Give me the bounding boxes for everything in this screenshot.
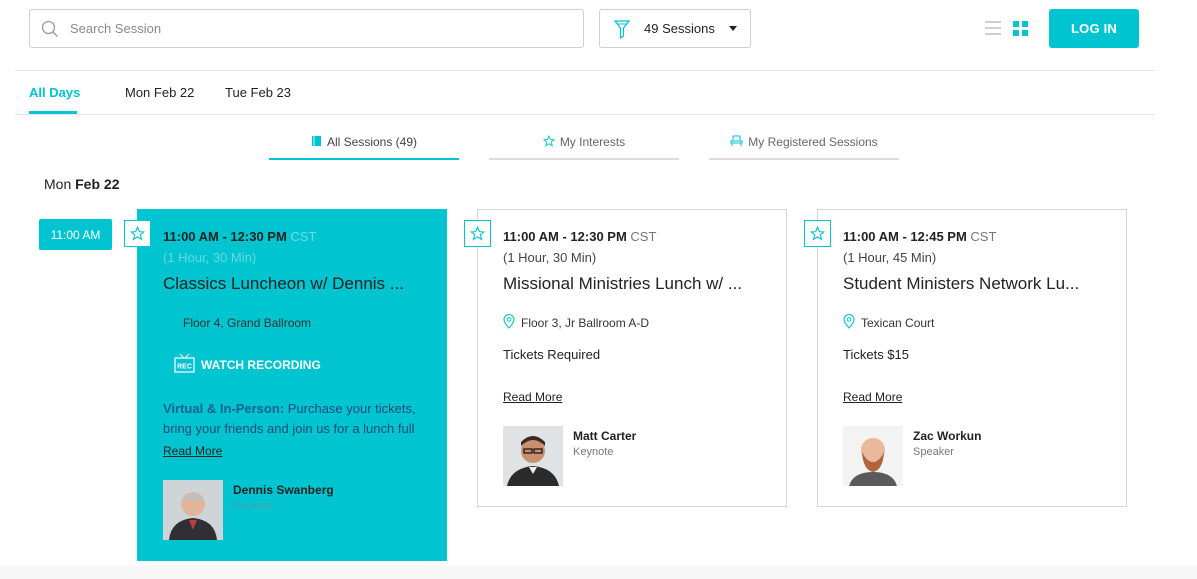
tab-mon-feb-22[interactable]: Mon Feb 22 bbox=[125, 85, 194, 100]
session-title[interactable]: Classics Luncheon w/ Dennis ... bbox=[163, 274, 428, 294]
star-icon bbox=[130, 226, 145, 241]
favorite-star-button[interactable] bbox=[464, 220, 491, 247]
speaker-role: Keynote bbox=[573, 446, 614, 458]
tab-all-days[interactable]: All Days bbox=[29, 85, 80, 100]
timezone: CST bbox=[630, 229, 657, 244]
speaker-role: Speaker bbox=[913, 446, 954, 458]
read-more-link[interactable]: Read More bbox=[503, 390, 562, 404]
map-pin-icon bbox=[843, 314, 855, 332]
description-lead: Virtual & In-Person: bbox=[163, 401, 285, 416]
filter-label: 49 Sessions bbox=[644, 21, 715, 36]
search-icon bbox=[30, 10, 70, 47]
favorite-star-button[interactable] bbox=[124, 220, 151, 247]
star-icon bbox=[470, 226, 485, 241]
session-description: Virtual & In-Person: Purchase your ticke… bbox=[163, 399, 428, 439]
tab-label: All Sessions (49) bbox=[326, 135, 418, 149]
tab-label: My Interests bbox=[559, 135, 626, 149]
divider bbox=[15, 70, 1155, 71]
session-location: Floor 3, Jr Ballroom A-D bbox=[503, 314, 649, 332]
location-text: Floor 3, Jr Ballroom A-D bbox=[521, 316, 650, 330]
session-duration: (1 Hour, 30 Min) bbox=[163, 250, 257, 265]
location-text: Floor 4, Grand Ballroom bbox=[183, 316, 312, 330]
session-location: Texican Court bbox=[843, 314, 934, 332]
star-icon bbox=[810, 226, 825, 241]
login-button[interactable]: LOG IN bbox=[1049, 9, 1139, 48]
watch-recording-label: WATCH RECORDING bbox=[201, 357, 321, 372]
day-heading-weekday: Mon bbox=[44, 176, 72, 192]
book-icon bbox=[311, 135, 322, 150]
session-time: 11:00 AM - 12:45 PM CST bbox=[843, 229, 996, 244]
speaker-avatar[interactable] bbox=[163, 480, 223, 540]
session-card[interactable]: 11:00 AM - 12:30 PM CST (1 Hour, 30 Min)… bbox=[464, 209, 787, 507]
time-range: 11:00 AM - 12:45 PM bbox=[843, 229, 967, 244]
tab-my-interests[interactable]: My Interests bbox=[489, 126, 679, 160]
tab-all-sessions[interactable]: All Sessions (49) bbox=[269, 126, 459, 160]
session-time: 11:00 AM - 12:30 PM CST bbox=[503, 229, 656, 244]
svg-text:REC: REC bbox=[177, 364, 192, 371]
day-heading-date: Feb 22 bbox=[75, 176, 120, 192]
speaker-avatar[interactable] bbox=[503, 426, 563, 486]
read-more-link[interactable]: Read More bbox=[163, 444, 222, 458]
grid-view-icon[interactable] bbox=[1013, 21, 1029, 37]
speaker-role: Keynote bbox=[233, 500, 274, 512]
watch-recording-link[interactable]: REC WATCH RECORDING bbox=[174, 353, 321, 376]
search-box[interactable] bbox=[29, 9, 584, 48]
star-icon bbox=[542, 134, 555, 150]
session-schedule-page: 49 Sessions LOG IN All Days Mon Feb 22 T… bbox=[0, 0, 1197, 579]
tab-my-registered-sessions[interactable]: My Registered Sessions bbox=[709, 126, 899, 160]
filter-icon bbox=[600, 19, 644, 39]
read-more-link[interactable]: Read More bbox=[843, 390, 902, 404]
day-heading: Mon Feb 22 bbox=[44, 176, 119, 192]
session-duration: (1 Hour, 45 Min) bbox=[843, 250, 937, 265]
session-time: 11:00 AM - 12:30 PM CST bbox=[163, 229, 316, 244]
list-view-icon[interactable] bbox=[985, 21, 1001, 35]
search-input[interactable] bbox=[70, 21, 550, 36]
timezone: CST bbox=[970, 229, 997, 244]
speaker-name[interactable]: Zac Workun bbox=[913, 429, 981, 443]
chevron-down-icon bbox=[729, 26, 737, 31]
session-location: Floor 4, Grand Ballroom bbox=[183, 316, 311, 330]
speaker-avatar[interactable] bbox=[843, 426, 903, 486]
sessions-filter-dropdown[interactable]: 49 Sessions bbox=[599, 9, 751, 48]
time-slot-badge: 11:00 AM bbox=[39, 219, 112, 250]
tv-rec-icon: REC bbox=[174, 353, 195, 376]
ticket-info: Tickets Required bbox=[503, 347, 601, 362]
session-card[interactable]: 11:00 AM - 12:45 PM CST (1 Hour, 45 Min)… bbox=[804, 209, 1127, 507]
ticket-info: Tickets $15 bbox=[843, 347, 909, 362]
footer-band bbox=[0, 566, 1197, 579]
time-range: 11:00 AM - 12:30 PM bbox=[163, 229, 287, 244]
session-card[interactable]: 11:00 AM - 12:30 PM CST (1 Hour, 30 Min)… bbox=[124, 209, 447, 561]
tab-tue-feb-23[interactable]: Tue Feb 23 bbox=[225, 85, 291, 100]
divider bbox=[15, 114, 1155, 115]
timezone: CST bbox=[290, 229, 317, 244]
session-title[interactable]: Missional Ministries Lunch w/ ... bbox=[503, 274, 768, 294]
speaker-name[interactable]: Dennis Swanberg bbox=[233, 483, 334, 497]
time-range: 11:00 AM - 12:30 PM bbox=[503, 229, 627, 244]
tab-label: My Registered Sessions bbox=[748, 135, 878, 149]
map-pin-icon bbox=[503, 314, 515, 332]
session-title[interactable]: Student Ministers Network Lu... bbox=[843, 274, 1108, 294]
chair-icon bbox=[730, 135, 743, 150]
session-duration: (1 Hour, 30 Min) bbox=[503, 250, 597, 265]
favorite-star-button[interactable] bbox=[804, 220, 831, 247]
location-text: Texican Court bbox=[861, 316, 935, 330]
speaker-name[interactable]: Matt Carter bbox=[573, 429, 636, 443]
